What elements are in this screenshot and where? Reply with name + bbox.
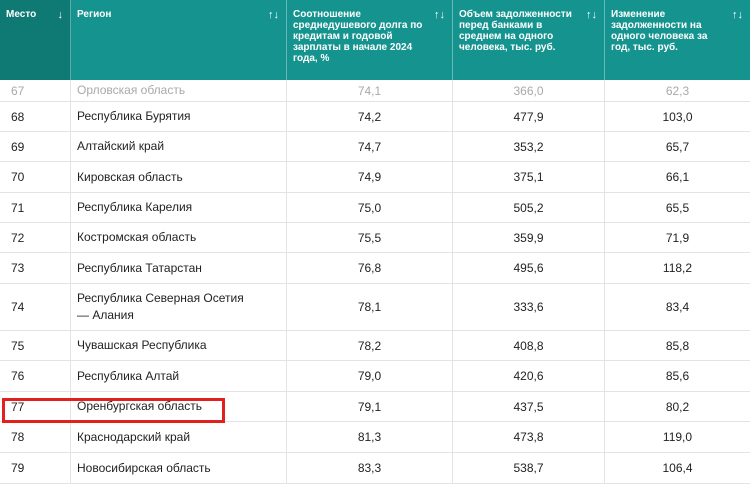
debt-cell: 366,0 — [453, 80, 605, 101]
column-header-region[interactable]: Регион ↑↓ — [71, 0, 287, 80]
place-cell: 72 — [0, 223, 71, 252]
change-cell: 103,0 — [662, 109, 693, 124]
region-cell: Республика Татарстан — [71, 253, 287, 283]
debt-cell: 473,8 — [453, 422, 605, 452]
column-header-ratio[interactable]: Соотношение среднедушевого долга по кред… — [287, 0, 453, 80]
debt-cell: 359,9 — [453, 223, 605, 252]
change-cell: 85,8 — [665, 338, 690, 353]
table-row: 70 Кировская область 74,9 375,1 66,1 — [0, 162, 750, 193]
region-cell: Костромская область — [71, 223, 287, 252]
place-cell: 67 — [0, 80, 71, 101]
place-cell: 76 — [0, 361, 71, 391]
region-cell: Республика Карелия — [71, 193, 287, 222]
ratio-cell: 78,1 — [287, 284, 453, 330]
debt-cell: 353,2 — [453, 132, 605, 161]
change-cell: 62,3 — [665, 83, 690, 98]
region-cell: Алтайский край — [71, 132, 287, 161]
place-cell: 79 — [0, 453, 71, 483]
table-row: 79 Новосибирская область 83,3 538,7 106,… — [0, 453, 750, 484]
ratio-cell: 81,3 — [287, 422, 453, 452]
change-cell: 118,2 — [662, 261, 693, 275]
region-cell: Новосибирская область — [71, 453, 287, 483]
ratio-cell: 78,2 — [287, 331, 453, 360]
place-cell: 69 — [0, 132, 71, 161]
table-row: 74 Республика Северная Осетия — Алания 7… — [0, 284, 750, 331]
sort-arrows-icon[interactable]: ↑↓ — [434, 10, 445, 21]
table-row: 78 Краснодарский край 81,3 473,8 119,0 — [0, 422, 750, 453]
table-row: 76 Республика Алтай 79,0 420,6 85,6 — [0, 361, 750, 392]
region-cell: Республика Алтай — [71, 361, 287, 391]
debt-cell: 477,9 — [453, 102, 605, 131]
ratio-cell: 75,0 — [287, 193, 453, 222]
region-cell: Орловская область — [71, 80, 287, 101]
table-row: 75 Чувашская Республика 78,2 408,8 85,8 — [0, 331, 750, 361]
debt-cell: 420,6 — [453, 361, 605, 391]
region-cell: Чувашская Республика — [71, 331, 287, 360]
place-cell: 75 — [0, 331, 71, 360]
column-header-place[interactable]: Место ↓ — [0, 0, 71, 80]
column-header-debt[interactable]: Объем задолженности перед банками в сред… — [453, 0, 605, 80]
column-header-label: Регион — [77, 9, 112, 20]
ratio-cell: 75,5 — [287, 223, 453, 252]
debt-cell: 505,2 — [453, 193, 605, 222]
column-header-label: Объем задолженности перед банками в сред… — [459, 9, 572, 53]
change-cell: 106,4 — [662, 461, 693, 475]
region-cell: Республика Бурятия — [71, 102, 287, 131]
sort-arrows-icon[interactable]: ↑↓ — [732, 10, 743, 21]
place-cell: 70 — [0, 162, 71, 192]
ratio-cell: 74,7 — [287, 132, 453, 161]
table-row: 69 Алтайский край 74,7 353,2 65,7 — [0, 132, 750, 162]
ratio-cell: 74,2 — [287, 102, 453, 131]
table-row: 72 Костромская область 75,5 359,9 71,9 — [0, 223, 750, 253]
table-row: 67 Орловская область 74,1 366,0 62,3 — [0, 80, 750, 102]
debt-cell: 333,6 — [453, 284, 605, 330]
region-cell: Республика Северная Осетия — Алания — [71, 284, 287, 330]
table-header: Место ↓ Регион ↑↓ Соотношение среднедуше… — [0, 0, 750, 80]
table-row: 68 Республика Бурятия 74,2 477,9 103,0 — [0, 102, 750, 132]
ratio-cell: 79,1 — [287, 392, 453, 421]
region-cell: Краснодарский край — [71, 422, 287, 452]
change-cell: 65,7 — [665, 139, 690, 154]
region-cell: Кировская область — [71, 162, 287, 192]
debt-cell: 437,5 — [453, 392, 605, 421]
change-cell: 71,9 — [665, 230, 690, 245]
place-cell: 73 — [0, 253, 71, 283]
change-cell: 119,0 — [662, 430, 693, 444]
sort-arrow-icon[interactable]: ↓ — [58, 10, 64, 21]
change-cell: 83,4 — [665, 300, 690, 314]
ranking-table: Место ↓ Регион ↑↓ Соотношение среднедуше… — [0, 0, 750, 484]
sort-arrows-icon[interactable]: ↑↓ — [268, 10, 279, 21]
highlight-box — [2, 398, 225, 423]
debt-cell: 408,8 — [453, 331, 605, 360]
place-cell: 71 — [0, 193, 71, 222]
column-header-label: Место — [6, 9, 37, 20]
table-row: 73 Республика Татарстан 76,8 495,6 118,2 — [0, 253, 750, 284]
change-cell: 80,2 — [665, 399, 690, 414]
change-cell: 65,5 — [665, 200, 690, 215]
column-header-label: Изменение задолженности на одного челове… — [611, 9, 708, 53]
place-cell: 78 — [0, 422, 71, 452]
table-row: 71 Республика Карелия 75,0 505,2 65,5 — [0, 193, 750, 223]
change-cell: 66,1 — [665, 170, 690, 184]
sort-arrows-icon[interactable]: ↑↓ — [586, 10, 597, 21]
debt-cell: 538,7 — [453, 453, 605, 483]
change-cell: 85,6 — [665, 369, 690, 383]
column-header-change[interactable]: Изменение задолженности на одного челове… — [605, 0, 750, 80]
place-cell: 68 — [0, 102, 71, 131]
column-header-label: Соотношение среднедушевого долга по кред… — [293, 9, 423, 64]
ratio-cell: 74,9 — [287, 162, 453, 192]
ratio-cell: 76,8 — [287, 253, 453, 283]
debt-cell: 375,1 — [453, 162, 605, 192]
debt-cell: 495,6 — [453, 253, 605, 283]
ratio-cell: 79,0 — [287, 361, 453, 391]
ratio-cell: 83,3 — [287, 453, 453, 483]
ratio-cell: 74,1 — [287, 80, 453, 101]
place-cell: 74 — [0, 284, 71, 330]
